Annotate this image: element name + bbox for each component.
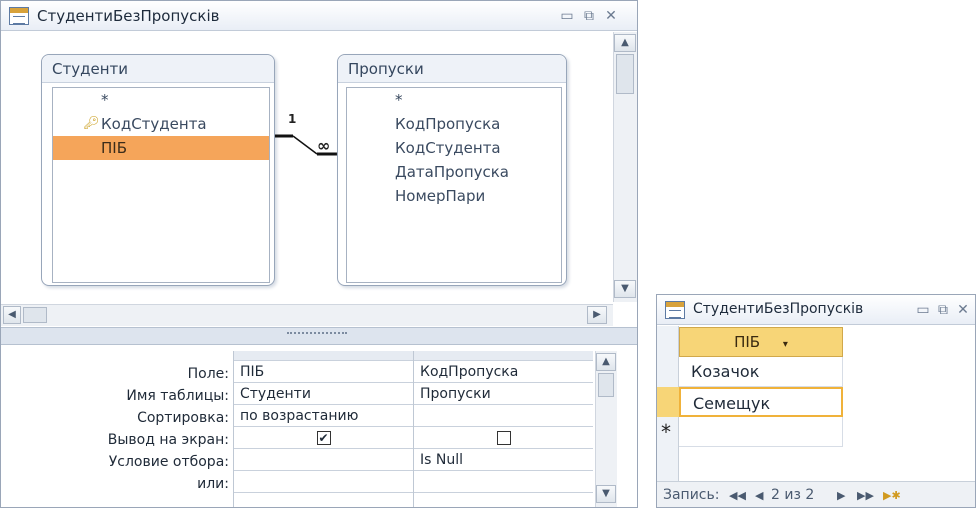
row-label-table: Имя таблицы: — [126, 388, 229, 404]
relationship-line — [275, 134, 345, 159]
students-table-box[interactable]: Студенти * 🔑︎ КодСтудента ПІБ — [41, 54, 275, 286]
scroll-thumb[interactable] — [598, 373, 614, 397]
scroll-right-icon[interactable]: ▶ — [587, 306, 607, 324]
row-label-or: или: — [197, 476, 229, 492]
grid-vertical-scrollbar[interactable]: ▲ ▼ — [595, 351, 617, 507]
new-record-icon: * — [661, 420, 671, 444]
first-record-icon[interactable]: ◀◀ — [729, 482, 746, 507]
cell-criteria[interactable] — [234, 449, 413, 471]
cell-show: ✔ — [234, 427, 413, 449]
cell-sort[interactable]: по возрастанию — [234, 405, 413, 427]
current-record-selector[interactable] — [657, 387, 679, 417]
absences-table-box[interactable]: Пропуски * КодПропуска КодСтудента ДатаП… — [337, 54, 567, 286]
datasheet-new-cell[interactable] — [679, 417, 843, 447]
minimize-icon[interactable]: ▭ — [559, 9, 575, 23]
show-checkbox[interactable]: ✔ — [316, 431, 331, 445]
query-icon — [665, 301, 685, 319]
close-icon[interactable]: ✕ — [955, 303, 971, 317]
record-navigation-bar: Запись: ◀◀ ◀ 2 из 2 ▶ ▶▶ ▶✱ — [657, 481, 975, 507]
close-icon[interactable]: ✕ — [603, 9, 619, 23]
absences-table-title: Пропуски — [338, 55, 566, 83]
students-table-title: Студенти — [42, 55, 274, 83]
row-label-show: Вывод на экран: — [107, 432, 229, 448]
restore-icon[interactable]: ⧉ — [935, 303, 951, 317]
diagram-vertical-scrollbar[interactable]: ▲ ▼ — [613, 32, 637, 302]
cell-table[interactable]: Пропуски — [414, 383, 593, 405]
splitter-grip[interactable] — [287, 332, 347, 338]
previous-record-icon[interactable]: ◀ — [755, 482, 763, 507]
field-lesson-number[interactable]: НомерПари — [395, 184, 485, 208]
query-design-window: СтудентиБезПропусків ▭ ⧉ ✕ Студенти * 🔑︎… — [0, 0, 638, 508]
query-window-titlebar: СтудентиБезПропусків ▭ ⧉ ✕ — [1, 1, 637, 31]
next-record-icon[interactable]: ▶ — [837, 482, 845, 507]
cell-field[interactable]: ПІБ — [234, 361, 413, 383]
new-record-nav-icon[interactable]: ▶✱ — [883, 482, 901, 507]
field-pib-selected[interactable]: ПІБ — [53, 136, 269, 160]
datasheet-cell[interactable]: Козачок — [679, 357, 843, 387]
row-label-criteria: Условие отбора: — [108, 454, 229, 470]
row-label-field: Поле: — [187, 366, 229, 382]
scroll-thumb[interactable] — [23, 307, 47, 323]
query-window-title: СтудентиБезПропусків — [37, 7, 220, 25]
column-selector[interactable] — [234, 351, 413, 361]
row-label-sort: Сортировка: — [137, 410, 229, 426]
students-field-list: * 🔑︎ КодСтудента ПІБ — [52, 87, 270, 283]
field-star[interactable]: * — [101, 88, 269, 112]
cell-or[interactable] — [234, 471, 413, 493]
cell-or[interactable] — [414, 471, 593, 493]
field-absence-id[interactable]: КодПропуска — [395, 112, 500, 136]
relationship-one-label: 1 — [288, 112, 297, 126]
minimize-icon[interactable]: ▭ — [915, 303, 931, 317]
query-icon — [9, 7, 29, 25]
cell-sort[interactable] — [414, 405, 593, 427]
cell-criteria[interactable]: Is Null — [414, 449, 593, 471]
scroll-down-icon[interactable]: ▼ — [614, 280, 636, 298]
grid-column-1: ПІБ Студенти по возрастанию ✔ — [233, 351, 413, 507]
diagram-horizontal-scrollbar[interactable]: ◀ ▶ — [1, 304, 613, 326]
query-design-grid: Поле: Имя таблицы: Сортировка: Вывод на … — [1, 345, 637, 507]
record-position[interactable]: 2 из 2 — [771, 482, 814, 507]
last-record-icon[interactable]: ▶▶ — [857, 482, 874, 507]
scroll-up-icon[interactable]: ▲ — [596, 353, 616, 371]
datasheet-cell-current[interactable]: Семещук — [679, 387, 843, 417]
datasheet-window: СтудентиБезПропусків ▭ ⧉ ✕ ПІБ ▾ Козачок… — [656, 294, 976, 508]
field-student-id[interactable]: КодСтудента — [395, 136, 501, 160]
grid-column-2: КодПропуска Пропуски Is Null — [413, 351, 593, 507]
scroll-left-icon[interactable]: ◀ — [3, 306, 21, 324]
cell-show — [414, 427, 593, 449]
field-student-id[interactable]: КодСтудента — [101, 112, 269, 136]
table-diagram-pane: Студенти * 🔑︎ КодСтудента ПІБ 1 ∞ Пропус… — [1, 32, 613, 304]
relationship-many-label: ∞ — [317, 136, 331, 155]
scroll-up-icon[interactable]: ▲ — [614, 34, 636, 52]
dropdown-icon[interactable]: ▾ — [783, 339, 788, 350]
scroll-down-icon[interactable]: ▼ — [596, 485, 616, 503]
absences-field-list: * КодПропуска КодСтудента ДатаПропуска Н… — [346, 87, 562, 283]
datasheet-window-title: СтудентиБезПропусків — [693, 301, 864, 317]
key-icon: 🔑︎ — [83, 116, 100, 131]
restore-icon[interactable]: ⧉ — [581, 9, 597, 23]
pane-splitter[interactable] — [1, 327, 637, 345]
cell-table[interactable]: Студенти — [234, 383, 413, 405]
cell-field[interactable]: КодПропуска — [414, 361, 593, 383]
record-label: Запись: — [663, 487, 720, 503]
column-header-label: ПІБ — [734, 333, 761, 351]
column-header-pib[interactable]: ПІБ ▾ — [679, 327, 843, 357]
show-checkbox[interactable] — [496, 431, 511, 445]
field-absence-date[interactable]: ДатаПропуска — [395, 160, 509, 184]
datasheet-titlebar: СтудентиБезПропусків ▭ ⧉ ✕ — [657, 295, 975, 325]
field-star[interactable]: * — [395, 88, 403, 112]
column-selector[interactable] — [414, 351, 593, 361]
scroll-thumb[interactable] — [616, 54, 634, 94]
